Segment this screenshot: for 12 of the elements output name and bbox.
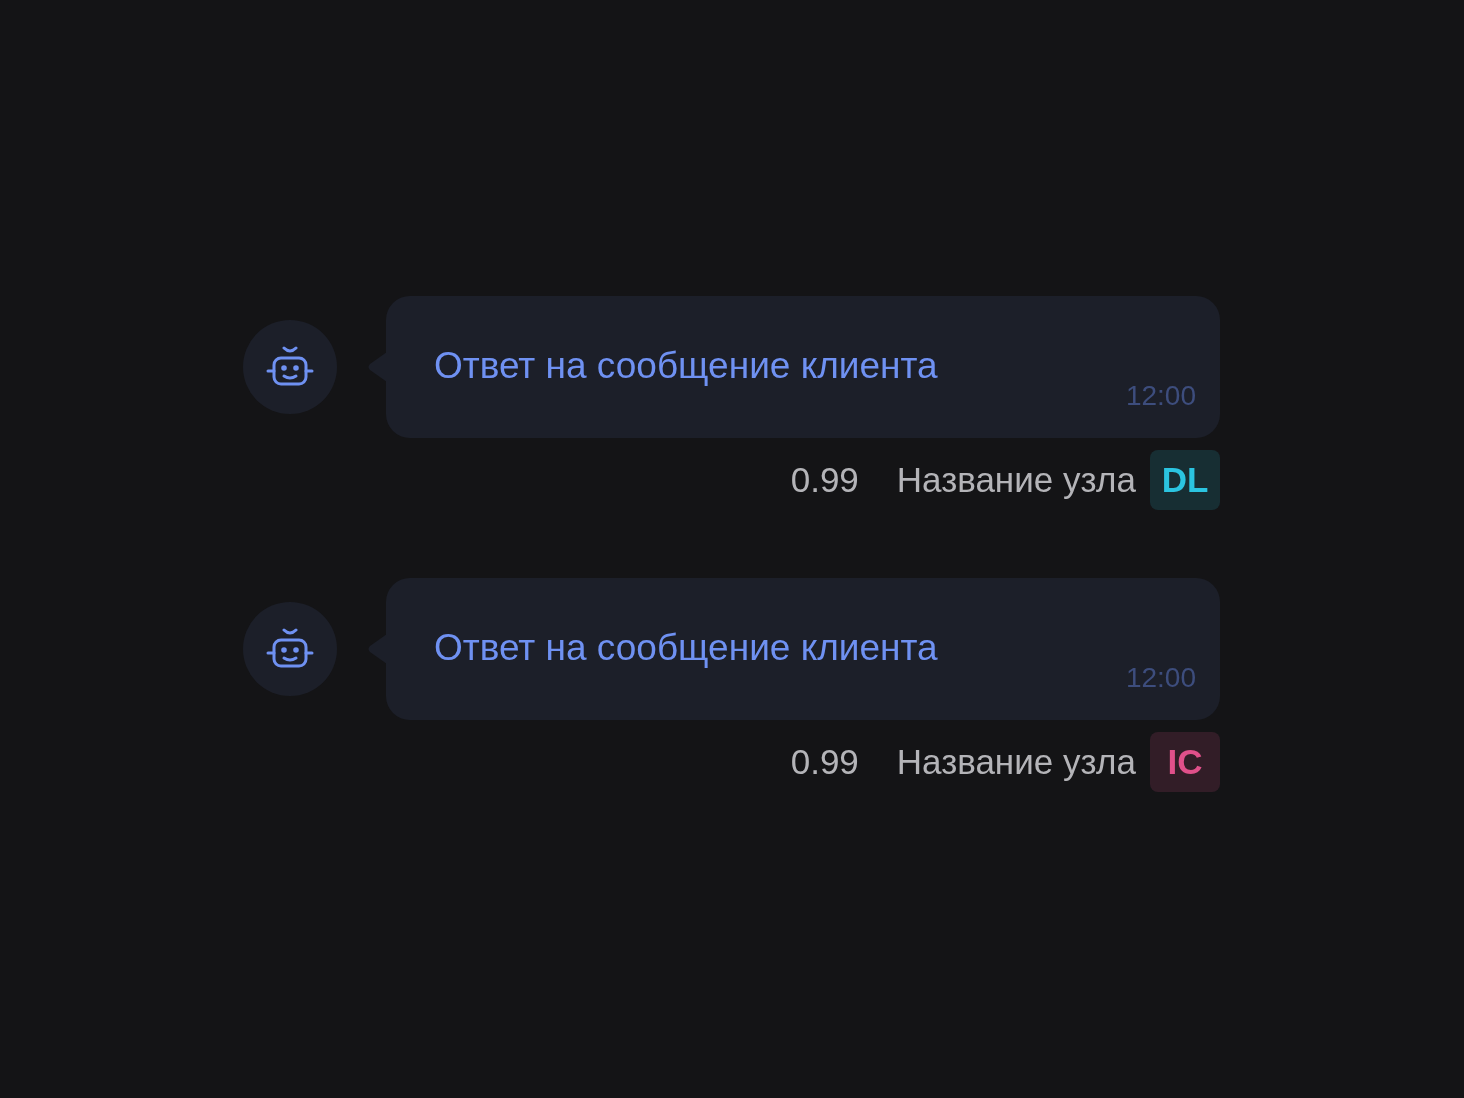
node-name: Название узла <box>896 742 1136 782</box>
message-time: 12:00 <box>1125 380 1196 412</box>
robot-icon <box>266 346 314 388</box>
confidence-score: 0.99 <box>790 742 859 782</box>
badge-label: IC <box>1167 742 1203 782</box>
node-name: Название узла <box>896 460 1136 500</box>
message-time: 12:00 <box>1125 662 1196 694</box>
badge-label: DL <box>1161 460 1209 500</box>
confidence-score: 0.99 <box>790 460 859 500</box>
message-text: Ответ на сообщение клиента <box>434 627 939 669</box>
robot-icon <box>266 628 314 670</box>
message-text: Ответ на сообщение клиента <box>434 345 939 387</box>
